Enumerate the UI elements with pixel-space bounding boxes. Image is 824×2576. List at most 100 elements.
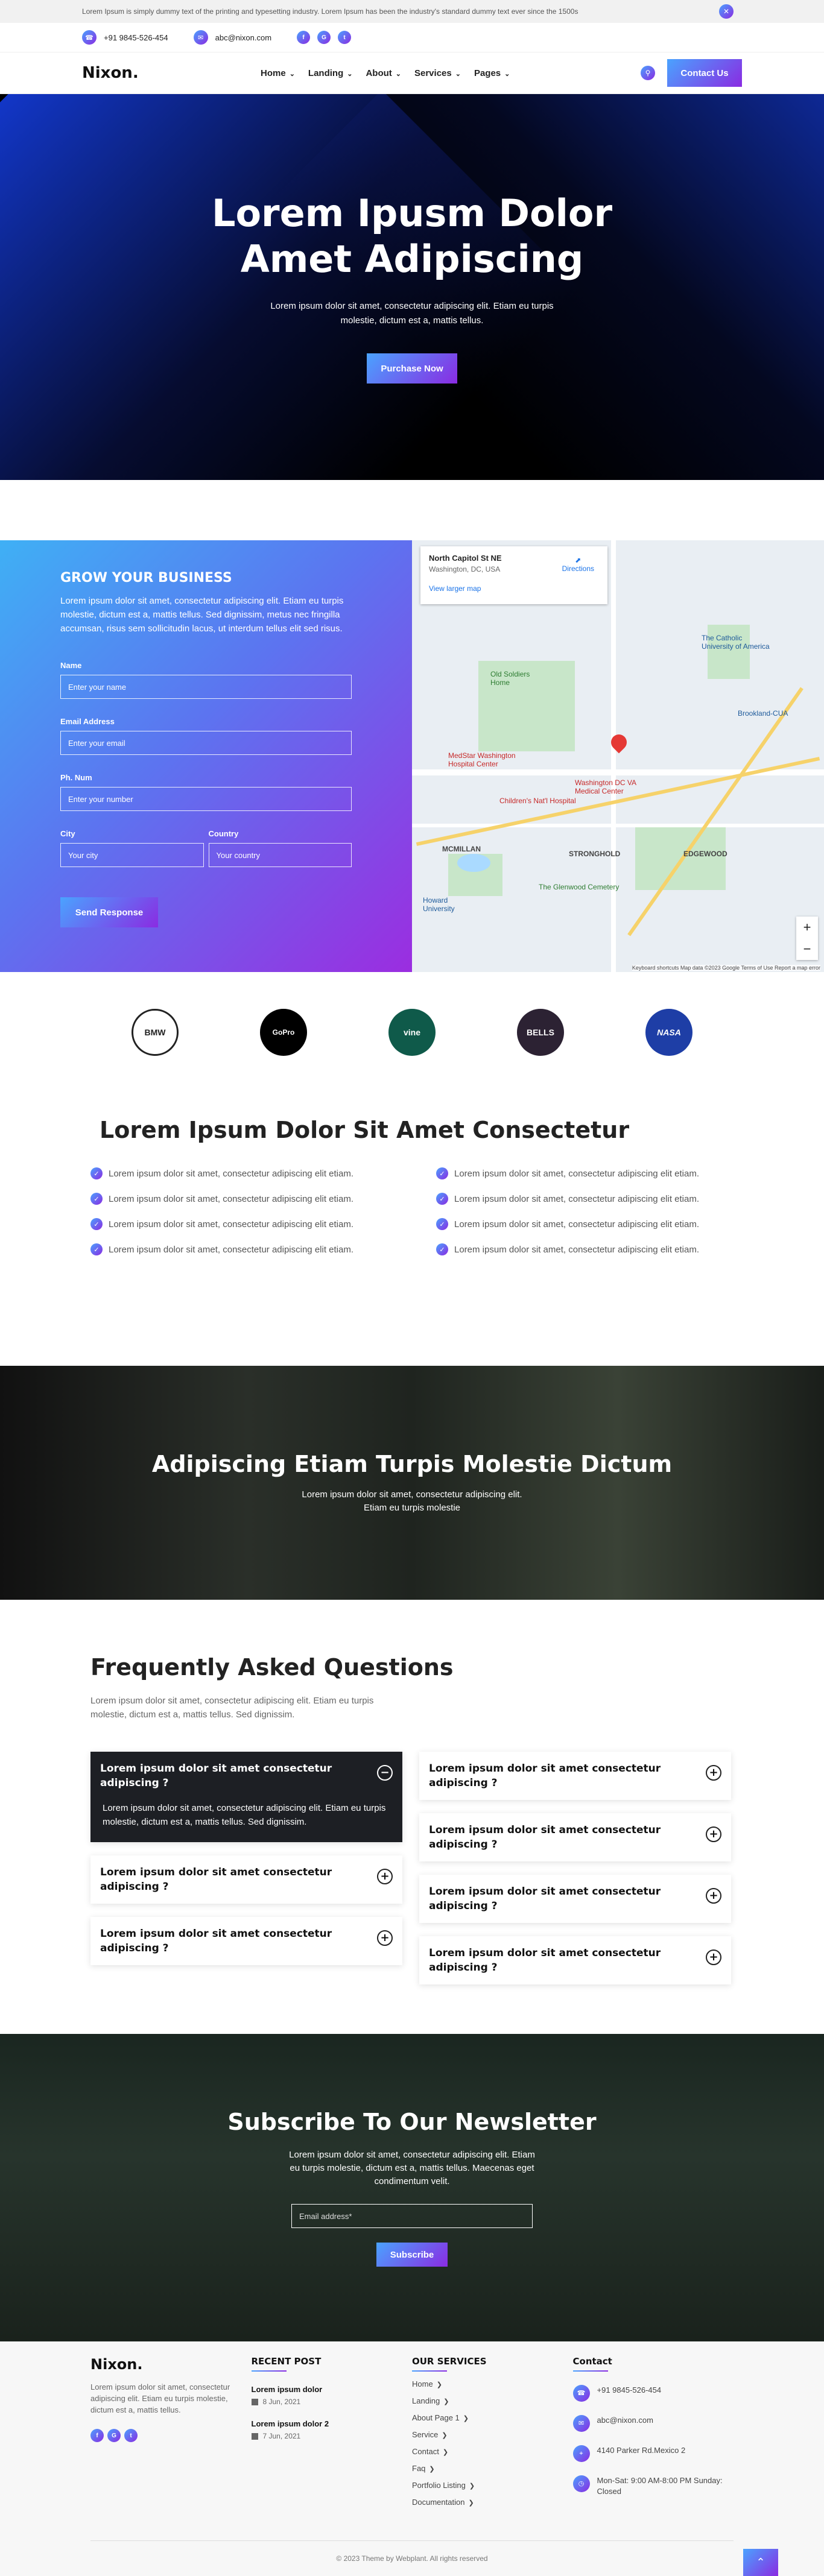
subscribe-button[interactable]: Subscribe — [376, 2243, 448, 2267]
hero-text: Lorem ipsum dolor sit amet, consectetur … — [270, 301, 554, 326]
feature-item: ✓ Lorem ipsum dolor sit amet, consectetur… — [436, 1167, 734, 1179]
newsletter-title: Subscribe To Our Newsletter — [227, 2109, 597, 2135]
facebook-icon[interactable]: f — [90, 2429, 104, 2442]
faq-question: Lorem ipsum dolor sit amet consectetur a… — [429, 1763, 661, 1789]
twitter-icon[interactable]: t — [124, 2429, 138, 2442]
email-field[interactable]: Enter your email — [60, 731, 352, 755]
feature-text: Lorem ipsum dolor sit amet, consectetur … — [109, 1168, 354, 1179]
main-nav: Home ⌄ Landing ⌄ About ⌄ Services ⌄ Pages ⌄ — [261, 68, 510, 78]
feature-item: ✓ Lorem ipsum dolor sit amet, consectetur… — [90, 1167, 388, 1179]
bells-logo: BELLS — [517, 1009, 564, 1056]
send-response-button[interactable]: Send Response — [60, 897, 158, 927]
faq-title: Frequently Asked Questions — [90, 1654, 454, 1681]
contact-us-button[interactable]: Contact Us — [667, 59, 742, 87]
chevron-right-icon: ❯ — [468, 2499, 474, 2507]
chevron-right-icon: ❯ — [443, 2398, 449, 2405]
nav-pages[interactable]: Pages ⌄ — [474, 68, 510, 78]
facebook-icon[interactable]: f — [297, 31, 311, 44]
footer-link-contact[interactable]: Contact ❯ — [412, 2447, 573, 2456]
footer-link-home[interactable]: Home ❯ — [412, 2379, 573, 2388]
check-icon: ✓ — [436, 1218, 448, 1230]
footer-description: Lorem ipsum dolor sit amet, consectetur … — [90, 2382, 230, 2414]
country-label: Country — [208, 829, 239, 838]
clock-icon: ◷ — [572, 2475, 590, 2492]
nav-services[interactable]: Services ⌄ — [414, 68, 461, 78]
name-field[interactable]: Enter your name — [60, 675, 352, 699]
footer-phone[interactable]: +91 9845-526-454 — [597, 2385, 662, 2396]
footer-link-label: Landing — [412, 2396, 440, 2405]
footer-link-portfolio[interactable]: Portfolio Listing ❯ — [412, 2481, 573, 2490]
faq-question: Lorem ipsum dolor sit amet consectetur a… — [429, 1947, 661, 1974]
top-phone[interactable]: +91 9845-526-454 — [104, 33, 168, 42]
recent-post[interactable]: Lorem ipsum dolor 2 7 Jun, 2021 — [251, 2419, 413, 2440]
nav-about[interactable]: About ⌄ — [366, 68, 401, 78]
chevron-right-icon: ❯ — [469, 2483, 475, 2490]
footer-link-service[interactable]: Service ❯ — [412, 2430, 573, 2439]
features-title: Lorem Ipsum Dolor Sit Amet Consectetur — [100, 1117, 630, 1143]
nav-home[interactable]: Home ⌄ — [261, 68, 295, 78]
site-header: Nixon. Home ⌄ Landing ⌄ About ⌄ Services ⌄ P… — [0, 52, 824, 94]
faq-item[interactable]: Lorem ipsum dolor sit amet consectetur a… — [419, 1875, 731, 1923]
faq-item[interactable]: Lorem ipsum dolor sit amet consectetur a… — [419, 1936, 731, 1984]
chevron-right-icon: ❯ — [463, 2415, 469, 2422]
chevron-down-icon: ⌄ — [289, 70, 295, 78]
google-icon[interactable]: G — [107, 2429, 121, 2442]
faq-item[interactable]: Lorem ipsum dolor sit amet consectetur a… — [90, 1917, 402, 1965]
faq-item[interactable]: Lorem ipsum dolor sit amet consectetur a… — [419, 1813, 731, 1861]
phone-icon: ☎ — [572, 2385, 590, 2402]
view-larger-map-link[interactable]: View larger map — [429, 584, 599, 593]
location-icon: ⌖ — [572, 2445, 590, 2462]
logo[interactable]: Nixon. — [82, 64, 139, 82]
business-form: GROW YOUR BUSINESS Lorem ipsum dolor sit… — [0, 540, 412, 972]
phone-field[interactable]: Enter your number — [60, 787, 352, 811]
chevron-down-icon: ⌄ — [347, 70, 353, 78]
nav-pages-label: Pages — [474, 68, 501, 78]
newsletter-email-input[interactable]: Email address* — [291, 2204, 533, 2228]
feature-text: Lorem ipsum dolor sit amet, consectetur … — [454, 1244, 700, 1255]
nav-landing[interactable]: Landing ⌄ — [308, 68, 353, 78]
expand-icon[interactable]: + — [706, 1765, 721, 1781]
zoom-out-button[interactable]: − — [796, 938, 818, 960]
country-field[interactable]: Your country — [208, 843, 352, 867]
expand-icon[interactable]: + — [706, 1949, 721, 1965]
embedded-map[interactable]: MedStar Washington Hospital Center Child… — [412, 540, 824, 972]
twitter-icon[interactable]: t — [338, 31, 352, 44]
chevron-right-icon: ❯ — [442, 2449, 449, 2456]
footer-link-landing[interactable]: Landing ❯ — [412, 2396, 573, 2405]
faq-item[interactable]: Lorem ipsum dolor sit amet consectetur a… — [90, 1855, 402, 1904]
faq-item[interactable]: Lorem ipsum dolor sit amet consectetur a… — [419, 1752, 731, 1800]
directions-link[interactable]: ⬈ Directions — [562, 556, 594, 573]
footer-link-label: Contact — [412, 2447, 439, 2456]
faq-question: Lorem ipsum dolor sit amet consectetur a… — [100, 1763, 332, 1789]
footer-link-faq[interactable]: Faq ❯ — [412, 2464, 573, 2473]
faq-section: Frequently Asked Questions Lorem ipsum d… — [0, 1600, 824, 2034]
chevron-down-icon: ⌄ — [504, 70, 510, 78]
check-icon: ✓ — [90, 1243, 103, 1255]
collapse-icon[interactable]: − — [377, 1765, 393, 1781]
footer-link-about[interactable]: About Page 1 ❯ — [412, 2413, 573, 2422]
faq-question: Lorem ipsum dolor sit amet consectetur a… — [429, 1886, 661, 1912]
email-icon: ✉ — [572, 2415, 590, 2432]
expand-icon[interactable]: + — [377, 1869, 393, 1884]
feature-item: ✓ Lorem ipsum dolor sit amet, consectetur… — [436, 1218, 734, 1230]
top-email[interactable]: abc@nixon.com — [215, 33, 271, 42]
footer-link-documentation[interactable]: Documentation ❯ — [412, 2498, 573, 2507]
name-label: Name — [60, 661, 82, 670]
faq-item[interactable]: Lorem ipsum dolor sit amet consectetur a… — [90, 1752, 402, 1842]
footer-logo[interactable]: Nixon. — [90, 2356, 252, 2373]
close-icon[interactable]: ✕ — [719, 4, 734, 19]
zoom-in-button[interactable]: + — [796, 917, 818, 938]
check-icon: ✓ — [90, 1167, 103, 1179]
footer-email[interactable]: abc@nixon.com — [597, 2415, 653, 2426]
expand-icon[interactable]: + — [706, 1826, 721, 1842]
search-icon[interactable]: ⚲ — [641, 66, 655, 80]
expand-icon[interactable]: + — [706, 1888, 721, 1904]
expand-icon[interactable]: + — [377, 1930, 393, 1946]
city-field[interactable]: Your city — [60, 843, 204, 867]
footer-address: 4140 Parker Rd.Mexico 2 — [597, 2446, 686, 2455]
announcement-bar: Lorem Ipsum is simply dummy text of the … — [0, 0, 824, 23]
scroll-to-top-icon[interactable]: ⌃ — [743, 2549, 778, 2576]
recent-post[interactable]: Lorem ipsum dolor 8 Jun, 2021 — [251, 2385, 413, 2406]
purchase-now-button[interactable]: Purchase Now — [367, 353, 457, 384]
google-icon[interactable]: G — [317, 31, 331, 44]
